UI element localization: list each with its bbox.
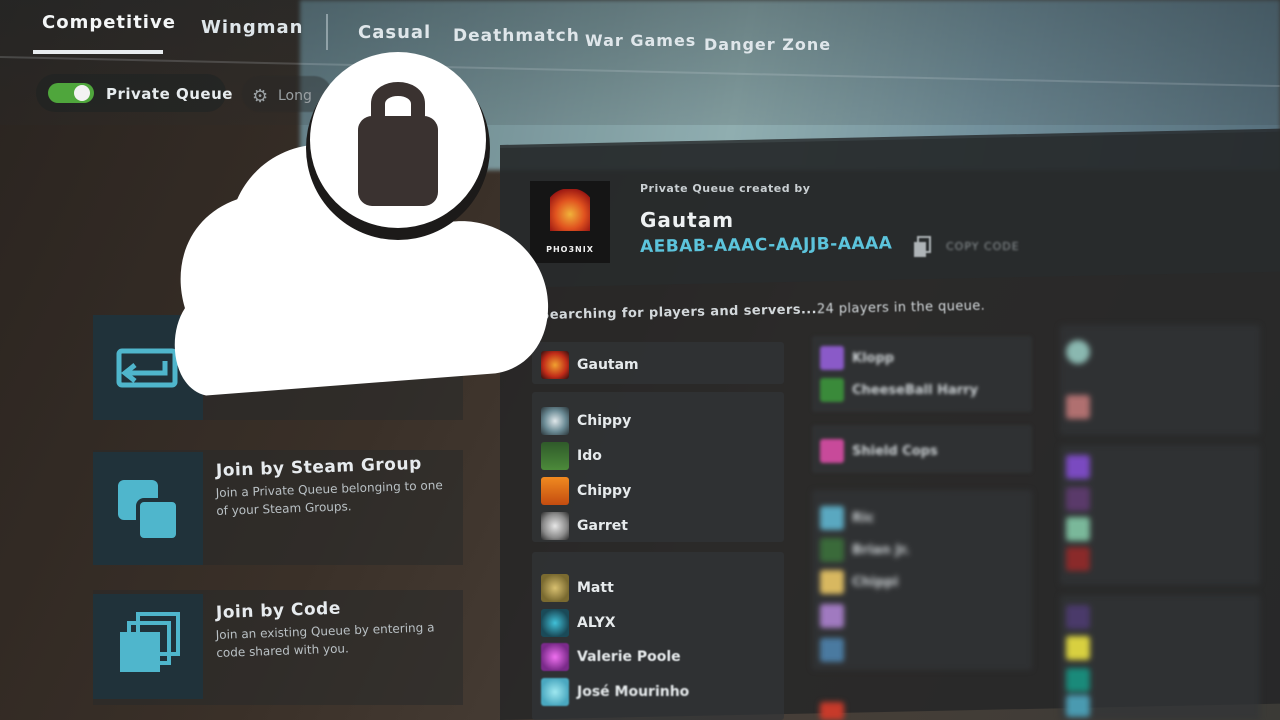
party-group (1060, 595, 1260, 720)
player-name: Klopp (852, 350, 895, 366)
avatar (541, 609, 569, 637)
player-name: ALYX (577, 615, 616, 631)
party-group (1060, 445, 1260, 585)
avatar (1066, 340, 1090, 364)
avatar (820, 702, 844, 720)
avatar (820, 439, 844, 463)
queue-header (500, 131, 1280, 288)
party-group (1060, 325, 1260, 435)
avatar (541, 477, 569, 505)
avatar (1066, 395, 1090, 419)
player-name: Valerie Poole (577, 649, 681, 665)
tab-competitive[interactable]: Competitive (42, 12, 176, 33)
avatar (541, 643, 569, 671)
avatar (820, 638, 844, 662)
avatar (820, 506, 844, 530)
created-by-label: Private Queue created by (640, 182, 811, 195)
player-row[interactable]: Klopp (820, 346, 894, 370)
avatar (1066, 547, 1090, 571)
avatar (541, 678, 569, 706)
avatar (820, 378, 844, 402)
player-row[interactable]: Chippy (541, 407, 631, 435)
copy-code-button[interactable]: COPY CODE (946, 240, 1020, 253)
tab-danger-zone[interactable]: Danger Zone (704, 35, 831, 54)
avatar (1066, 455, 1090, 479)
player-name: Matt (577, 580, 614, 596)
avatar (541, 407, 569, 435)
player-row[interactable]: Chippy (541, 477, 631, 505)
queue-code: AEBAB-AAAC-AAJJB-AAAA (639, 233, 893, 257)
toggle-knob (74, 85, 90, 101)
player-name: Ric (852, 510, 875, 526)
player-row[interactable]: Ido (541, 442, 602, 470)
avatar (1066, 605, 1090, 629)
player-name: Chippy (577, 483, 632, 499)
player-name: CheeseBall Harry (852, 382, 979, 398)
card-icon-box (93, 452, 203, 565)
card-icon-box (93, 594, 203, 699)
copy-icon[interactable] (912, 236, 932, 258)
player-row[interactable]: CheeseBall Harry (820, 378, 978, 402)
stacked-pages-icon (120, 612, 180, 672)
avatar (820, 570, 844, 594)
player-row[interactable]: ALYX (541, 609, 616, 637)
player-name: Gautam (577, 357, 639, 373)
tab-war-games[interactable]: War Games (585, 31, 696, 50)
avatar (1066, 517, 1090, 541)
cloud-lock-icon (174, 52, 549, 396)
steam-group-icon (118, 480, 180, 542)
player-row[interactable]: Valerie Poole (541, 643, 681, 671)
avatar (1066, 695, 1090, 717)
player-name: José Mourinho (577, 684, 690, 700)
player-name: Shield Cops (852, 443, 938, 459)
player-row[interactable]: Chippi (820, 570, 898, 594)
avatar (541, 442, 569, 470)
player-row[interactable]: José Mourinho (541, 678, 689, 706)
player-name: Chippy (577, 413, 632, 429)
avatar (820, 604, 844, 628)
avatar (541, 512, 569, 540)
player-name: Chippi (852, 574, 899, 590)
avatar (541, 574, 569, 602)
player-name: Ido (577, 448, 602, 464)
avatar (820, 538, 844, 562)
player-row[interactable]: Garret (541, 512, 628, 540)
player-row[interactable]: Brian Jr. (820, 538, 910, 562)
avatar (1066, 487, 1090, 511)
player-row[interactable]: Shield Cops (820, 439, 938, 463)
avatar (1066, 668, 1090, 692)
player-name: Garret (577, 518, 628, 534)
avatar (1066, 636, 1090, 660)
queue-owner: Gautam (640, 208, 735, 232)
player-row[interactable]: Matt (541, 574, 614, 602)
avatar (820, 346, 844, 370)
active-tab-underline (33, 50, 163, 54)
player-name: Brian Jr. (852, 542, 910, 558)
player-row[interactable]: Ric (820, 506, 874, 530)
